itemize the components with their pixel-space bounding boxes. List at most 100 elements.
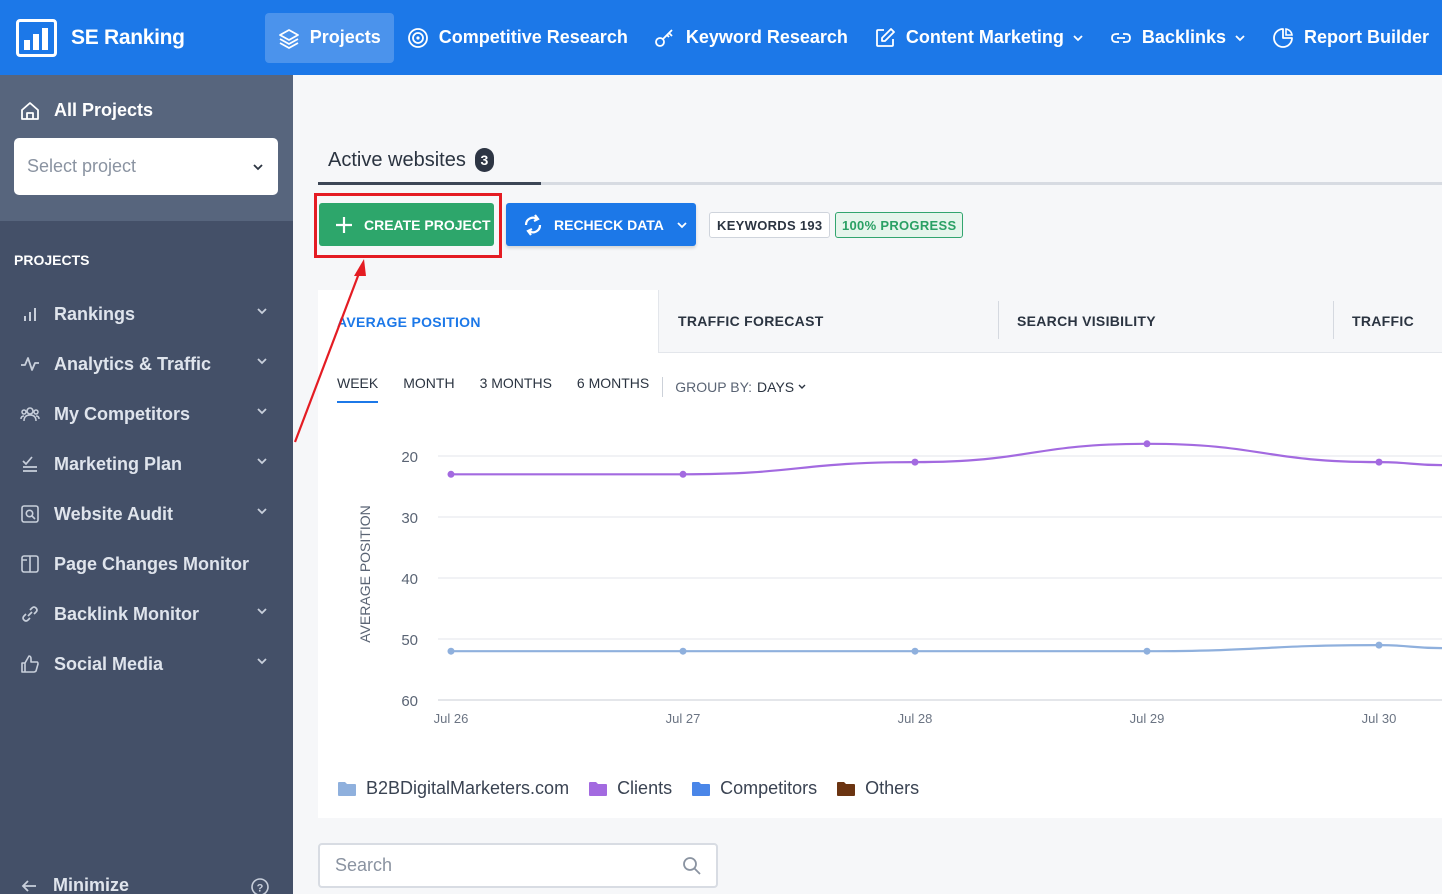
period-week[interactable]: WEEK	[337, 374, 379, 403]
sidebar-item-rankings[interactable]: Rankings	[0, 289, 293, 339]
x-tick-label: Jul 28	[898, 711, 933, 726]
active-websites-label: Active websites	[328, 148, 466, 171]
x-tick-label: Jul 29	[1130, 711, 1165, 726]
project-select[interactable]: Select project	[14, 138, 278, 195]
refresh-icon	[524, 213, 542, 236]
nav-label: Projects	[309, 27, 381, 47]
link-icon	[1111, 32, 1131, 43]
folder-icon	[589, 781, 608, 796]
y-tick-label: 60	[401, 693, 418, 710]
period-month[interactable]: MONTH	[403, 374, 454, 400]
chevron-down-icon	[253, 163, 263, 170]
sidebar-item-label: Backlink Monitor	[54, 603, 200, 624]
tab-traffic-forecast[interactable]: TRAFFIC FORECAST	[658, 290, 998, 353]
progress-chip: 100% PROGRESS	[835, 212, 964, 238]
sidebar-item-backlink-monitor[interactable]: Backlink Monitor	[0, 589, 293, 639]
chevron-down-icon	[257, 358, 267, 365]
arrow-left-icon	[21, 879, 36, 892]
y-tick-label: 30	[401, 510, 418, 527]
sidebar: All Projects Select project PROJECTS Ran…	[0, 75, 293, 894]
legend-item[interactable]: Competitors	[692, 778, 817, 799]
sidebar-item-label: My Competitors	[54, 403, 191, 424]
sidebar-item-page-changes-monitor[interactable]: Page Changes Monitor	[0, 539, 293, 589]
svg-text:?: ?	[257, 883, 264, 894]
chevron-down-icon	[257, 408, 267, 415]
sidebar-item-label: Marketing Plan	[54, 453, 183, 474]
all-projects-link[interactable]: All Projects	[0, 100, 293, 121]
help-icon[interactable]: ?	[250, 877, 270, 894]
project-select-placeholder: Select project	[27, 156, 137, 176]
active-tab-indicator	[318, 182, 541, 185]
sidebar-item-label: Website Audit	[54, 503, 174, 524]
sidebar-item-my-competitors[interactable]: My Competitors	[0, 389, 293, 439]
main-nav: Projects Competitive Research Keyword Re…	[264, 0, 1442, 75]
bar-chart-icon	[24, 308, 36, 321]
active-websites-count-badge: 3	[474, 148, 494, 172]
chevron-down-icon	[798, 384, 806, 389]
search-icon	[683, 856, 701, 875]
sidebar-item-marketing-plan[interactable]: Marketing Plan	[0, 439, 293, 489]
tab-search-visibility[interactable]: SEARCH VISIBILITY	[998, 290, 1333, 353]
nav-competitive-research[interactable]: Competitive Research	[394, 13, 641, 63]
tab-average-position[interactable]: AVERAGE POSITION	[318, 290, 658, 353]
search-input[interactable]: Search	[318, 843, 718, 888]
data-point	[1143, 440, 1151, 448]
period-divider	[662, 377, 664, 397]
edit-icon	[876, 27, 895, 47]
chart-card: AVERAGE POSITION TRAFFIC FORECAST SEARCH…	[318, 290, 1442, 818]
users-icon	[20, 407, 40, 422]
nav-label: Content Marketing	[905, 27, 1064, 47]
data-point	[447, 470, 455, 478]
legend-item[interactable]: B2BDigitalMarketers.com	[338, 778, 569, 799]
sidebar-item-label: Social Media	[54, 653, 164, 674]
y-tick-label: 20	[401, 449, 418, 466]
recheck-data-label: RECHECK DATA	[554, 216, 664, 233]
sidebar-item-website-audit[interactable]: Website Audit	[0, 489, 293, 539]
nav-label: Keyword Research	[685, 27, 848, 47]
legend-item[interactable]: Others	[837, 778, 919, 799]
search-placeholder: Search	[335, 855, 393, 875]
x-tick-label: Jul 26	[434, 711, 469, 726]
active-websites-tab[interactable]: Active websites 3	[328, 148, 494, 172]
chevron-down-icon	[257, 458, 267, 465]
nav-keyword-research[interactable]: Keyword Research	[641, 13, 861, 63]
group-by-dropdown[interactable]: GROUP BY: DAYS	[675, 379, 807, 395]
period-6-months[interactable]: 6 MONTHS	[577, 374, 649, 400]
sidebar-item-label: Rankings	[54, 303, 136, 324]
nav-label: Competitive Research	[438, 27, 628, 47]
tab-label: AVERAGE POSITION	[337, 313, 481, 330]
logo-icon	[16, 18, 57, 57]
average-position-chart: 20 30 40 50 60 AVERAGE POSITION Jul 26 Jul 27 Ju…	[357, 440, 1442, 726]
data-point	[447, 647, 455, 655]
nav-backlinks[interactable]: Backlinks	[1097, 13, 1259, 63]
logo[interactable]: SE Ranking	[16, 18, 248, 57]
sidebar-item-social-media[interactable]: Social Media	[0, 639, 293, 689]
checklist-icon	[22, 456, 37, 472]
data-point	[679, 647, 687, 655]
pulse-icon	[21, 357, 39, 371]
chevron-down-icon	[1235, 34, 1245, 41]
legend-item[interactable]: Clients	[589, 778, 672, 799]
data-point	[1375, 641, 1383, 649]
data-point	[1143, 647, 1151, 655]
nav-label: Report Builder	[1303, 27, 1429, 47]
pie-icon	[1273, 27, 1293, 48]
sidebar-item-label: Page Changes Monitor	[54, 553, 250, 574]
target-icon	[407, 27, 428, 48]
sidebar-item-analytics-traffic[interactable]: Analytics & Traffic	[0, 339, 293, 389]
minimize-sidebar-button[interactable]: Minimize ?	[20, 875, 270, 894]
nav-label: Backlinks	[1141, 27, 1226, 47]
chart-legend: B2BDigitalMarketers.com Clients Competit…	[338, 778, 939, 799]
chevron-down-icon	[257, 608, 267, 615]
legend-label: Clients	[617, 778, 673, 798]
app-name: SE Ranking	[71, 25, 185, 49]
data-point	[911, 647, 919, 655]
nav-report-builder[interactable]: Report Builder	[1259, 13, 1442, 63]
x-tick-label: Jul 27	[666, 711, 701, 726]
tab-traffic[interactable]: TRAFFIC	[1333, 290, 1442, 353]
recheck-data-button[interactable]: RECHECK DATA	[506, 203, 696, 246]
nav-projects[interactable]: Projects	[264, 12, 394, 63]
nav-content-marketing[interactable]: Content Marketing	[861, 13, 1097, 63]
period-3-months[interactable]: 3 MONTHS	[480, 374, 552, 400]
series-line	[450, 643, 1442, 653]
